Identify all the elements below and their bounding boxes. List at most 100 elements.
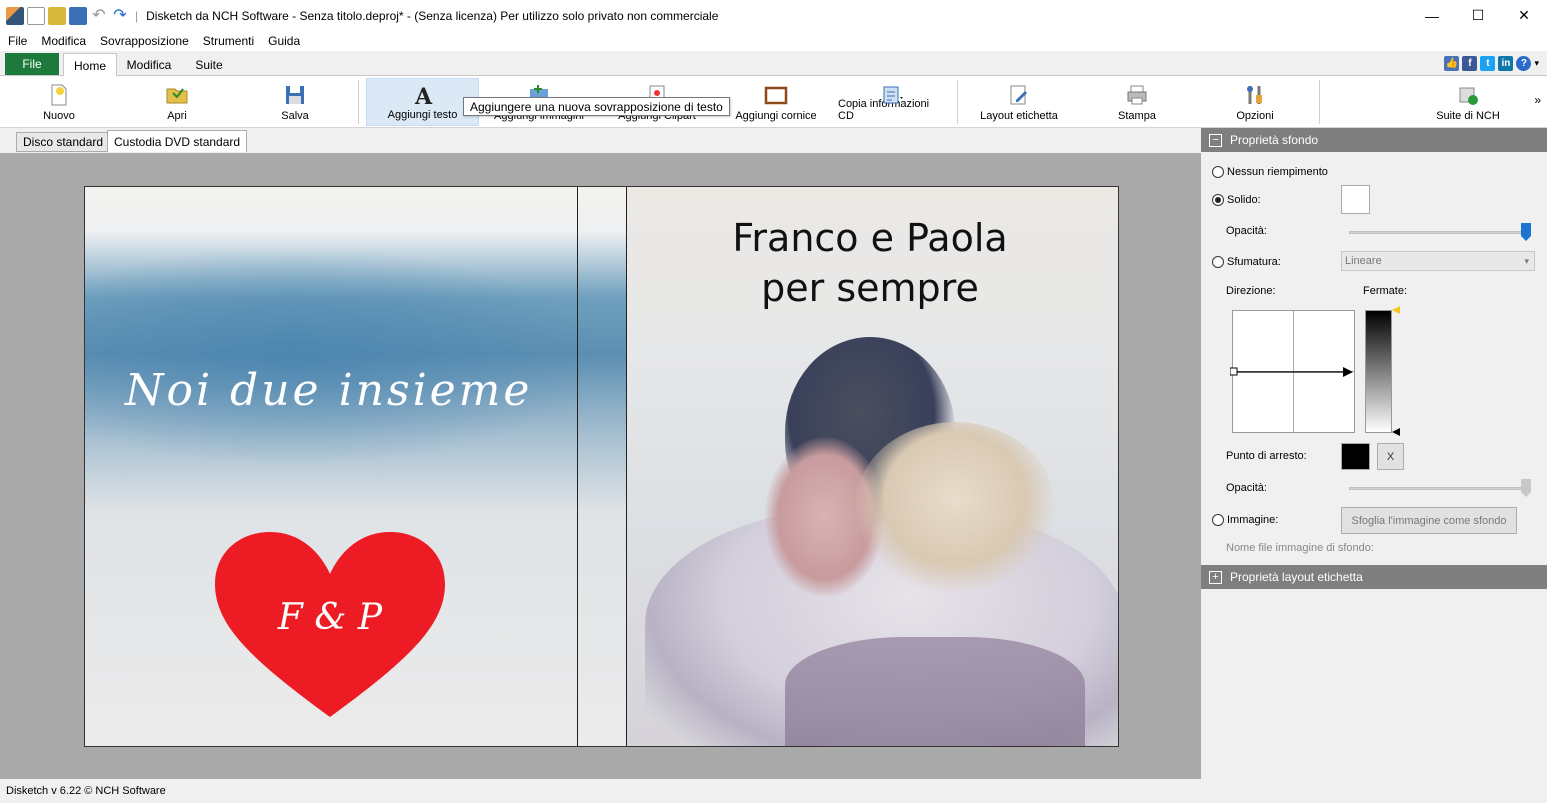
toolbar-separator	[358, 80, 359, 124]
stampa-button[interactable]: Stampa	[1112, 78, 1162, 126]
stop-color-swatch[interactable]	[1341, 443, 1370, 470]
opacity2-label: Opacità:	[1226, 482, 1267, 494]
opacity-label: Opacità:	[1226, 225, 1267, 237]
solid-option[interactable]: Solido:	[1212, 194, 1261, 206]
salva-label: Salva	[281, 110, 309, 122]
status-bar: Disketch v 6.22 © NCH Software	[0, 779, 1547, 803]
image-radio[interactable]	[1212, 514, 1224, 526]
save-disk-icon[interactable]	[69, 6, 87, 25]
title-line-1: Franco e Paola	[732, 216, 1008, 260]
facebook-icon[interactable]: f	[1462, 56, 1478, 71]
menu-bar: File Modifica Sovrapposizione Strumenti …	[0, 31, 1547, 51]
salva-button[interactable]: Salva	[270, 78, 320, 126]
twitter-icon[interactable]: t	[1480, 56, 1496, 71]
gradient-direction-editor[interactable]	[1230, 310, 1356, 433]
image-filename-label: Nome file immagine di sfondo:	[1226, 542, 1374, 554]
direction-arrow-icon[interactable]	[1230, 366, 1356, 378]
close-button[interactable]: ✕	[1501, 0, 1547, 31]
nuovo-label: Nuovo	[43, 110, 75, 122]
spine-right-line	[626, 187, 627, 746]
save-disk-icon	[286, 86, 304, 104]
remove-stop-button[interactable]: X	[1377, 443, 1404, 470]
options-tools-icon	[1247, 86, 1262, 104]
copia-info-cd-button[interactable]: Copia informazioni CD	[838, 78, 948, 126]
couple-photo-shirt	[785, 637, 1085, 746]
app-icon	[6, 6, 24, 25]
toolbar-separator	[1319, 80, 1320, 124]
svg-text:A: A	[414, 84, 433, 108]
tab-file[interactable]: File	[5, 53, 59, 75]
toolbar-overflow-icon[interactable]: »	[1534, 93, 1541, 107]
help-dropdown-icon[interactable]: ▾	[1534, 58, 1539, 69]
image-option[interactable]: Immagine:	[1212, 514, 1278, 526]
gradient-type-value: Lineare	[1345, 255, 1382, 267]
redo-icon[interactable]: ↷	[111, 7, 129, 25]
printer-icon	[1127, 85, 1147, 105]
tab-modifica[interactable]: Modifica	[121, 53, 177, 76]
opacity-slider[interactable]	[1349, 231, 1529, 234]
open-folder-icon[interactable]	[48, 6, 66, 25]
heart-initials[interactable]: F & P	[215, 597, 445, 638]
no-fill-radio[interactable]	[1212, 166, 1224, 178]
overlay-text-noi-due-insieme[interactable]: Noi due insieme	[125, 365, 532, 416]
tab-suite[interactable]: Suite	[186, 53, 232, 76]
menu-strumenti[interactable]: Strumenti	[203, 34, 254, 48]
stop-point-label: Punto di arresto:	[1226, 450, 1307, 462]
gradient-type-select[interactable]: Lineare ▾	[1341, 251, 1535, 271]
gradient-option[interactable]: Sfumatura:	[1212, 256, 1281, 268]
solid-label: Solido:	[1227, 194, 1261, 206]
toolbar-separator	[957, 80, 958, 124]
spine-left-line	[577, 187, 578, 746]
gradient-stops-bar[interactable]	[1365, 310, 1392, 433]
minimize-button[interactable]: —	[1409, 0, 1455, 31]
aggiungi-cornice-button[interactable]: Aggiungi cornice	[730, 78, 822, 126]
background-photo	[85, 247, 605, 467]
dvd-cover[interactable]: Noi due insieme Franco e Paola per sempr…	[84, 186, 1119, 747]
opacity-slider-thumb[interactable]	[1521, 223, 1531, 241]
chevron-down-icon: ▾	[1524, 255, 1529, 266]
collapse-icon: −	[1209, 133, 1222, 147]
title-bar: ↶ ↷ | Disketch da NCH Software - Senza t…	[0, 0, 1547, 31]
menu-sovrapposizione[interactable]: Sovrapposizione	[100, 34, 189, 48]
nuovo-button[interactable]: Nuovo	[34, 78, 84, 126]
background-properties-header[interactable]: − Proprietà sfondo	[1201, 128, 1547, 152]
tab-custodia-dvd[interactable]: Custodia DVD standard	[107, 130, 248, 152]
browse-image-button[interactable]: Sfoglia l'immagine come sfondo	[1341, 507, 1517, 534]
menu-modifica[interactable]: Modifica	[41, 34, 86, 48]
image-label: Immagine:	[1227, 514, 1279, 526]
direction-label: Direzione:	[1226, 285, 1276, 297]
menu-guida[interactable]: Guida	[268, 34, 300, 48]
layout-etichetta-button[interactable]: Layout etichetta	[975, 78, 1063, 126]
help-icon[interactable]: ?	[1516, 56, 1532, 71]
overlay-text-title[interactable]: Franco e Paola per sempre	[665, 213, 1075, 313]
menu-file[interactable]: File	[8, 34, 27, 48]
linkedin-icon[interactable]: in	[1498, 56, 1514, 71]
label-layout-properties-header[interactable]: + Proprietà layout etichetta	[1201, 565, 1547, 589]
solid-radio[interactable]	[1212, 194, 1224, 206]
bottom-stop-marker-icon[interactable]	[1392, 428, 1400, 436]
no-fill-option[interactable]: Nessun riempimento	[1212, 166, 1328, 178]
apri-button[interactable]: Apri	[152, 78, 202, 126]
aggiungi-testo-label: Aggiungi testo	[387, 109, 458, 121]
apri-label: Apri	[167, 110, 187, 122]
suite-nch-button[interactable]: Suite di NCH	[1430, 78, 1506, 126]
document-tabs: Disco standard Custodia DVD standard	[0, 128, 1201, 153]
ribbon-tabs: File Home Modifica Suite 👍 f t in ? ▾	[0, 51, 1547, 77]
tab-home[interactable]: Home	[63, 53, 117, 77]
gradient-radio[interactable]	[1212, 256, 1224, 268]
stop-opacity-thumb[interactable]	[1521, 479, 1531, 497]
opzioni-button[interactable]: Opzioni	[1230, 78, 1280, 126]
maximize-button[interactable]: ☐	[1455, 0, 1501, 31]
suite-nch-label: Suite di NCH	[1436, 110, 1500, 122]
undo-icon[interactable]: ↶	[90, 7, 108, 25]
gradient-label: Sfumatura:	[1227, 256, 1281, 268]
window-title: Disketch da NCH Software - Senza titolo.…	[146, 8, 719, 23]
top-stop-marker-icon[interactable]	[1392, 306, 1400, 314]
like-icon[interactable]: 👍	[1444, 56, 1460, 71]
stop-opacity-slider[interactable]	[1349, 487, 1529, 490]
tab-disco-standard[interactable]: Disco standard	[16, 132, 111, 152]
new-file-icon[interactable]	[27, 6, 45, 25]
open-folder-icon	[166, 88, 188, 104]
stampa-label: Stampa	[1118, 110, 1156, 122]
solid-color-swatch[interactable]	[1341, 185, 1370, 214]
